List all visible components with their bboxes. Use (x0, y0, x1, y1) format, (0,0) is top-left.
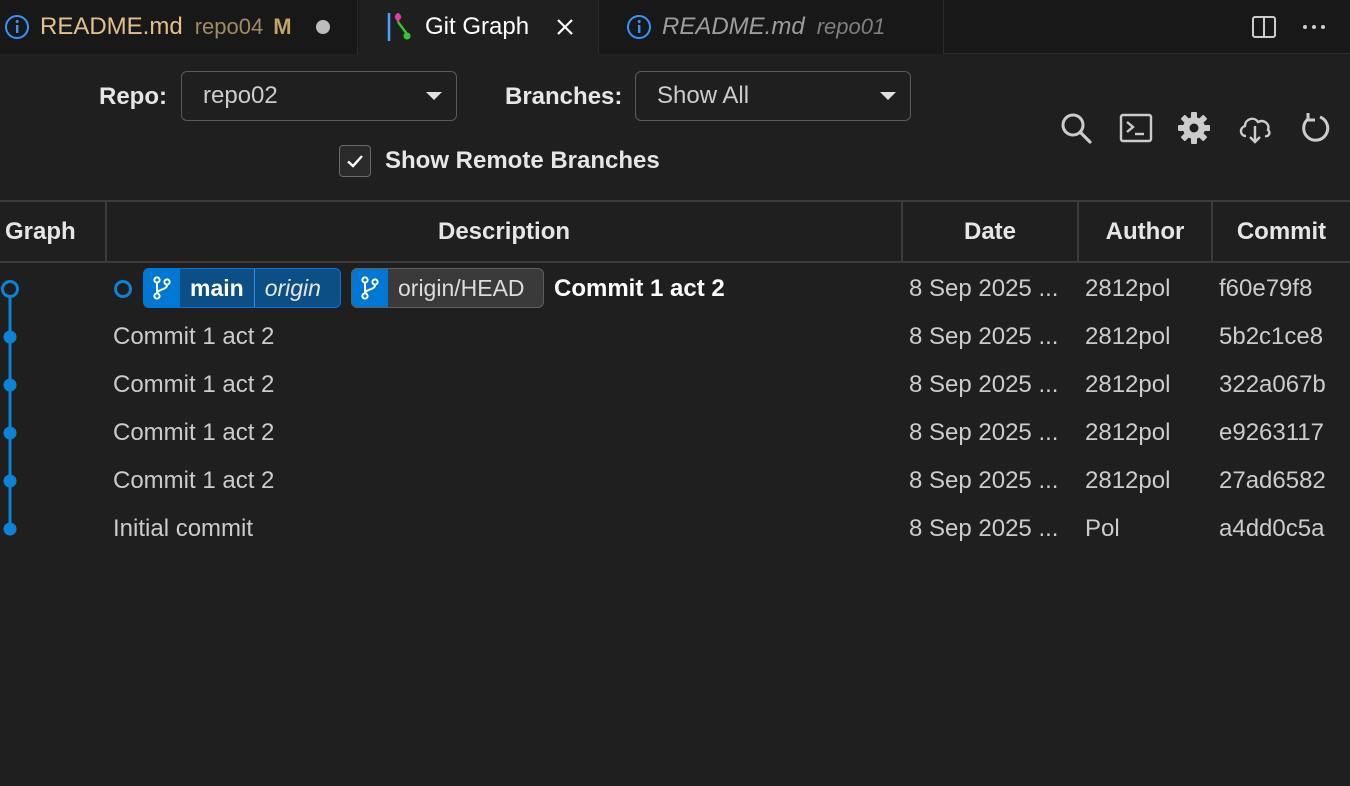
commit-row[interactable]: Commit 1 act 2 8 Sep 2025 ... 2812pol 27… (0, 457, 1350, 505)
modified-badge: M (273, 14, 292, 39)
column-header-author[interactable]: Author (1079, 202, 1213, 261)
chevron-down-icon (426, 92, 442, 100)
commit-author: Pol (1085, 515, 1120, 542)
tab-readme-repo04[interactable]: README.md repo04 M (0, 0, 358, 54)
commit-message: Commit 1 act 2 (554, 275, 725, 302)
commit-hash: 322a067b (1219, 371, 1326, 398)
tab-label: README.md (662, 13, 805, 40)
remote-name[interactable]: origin (255, 269, 331, 307)
branches-label: Branches: (505, 83, 623, 110)
show-remote-branches-checkbox[interactable] (339, 145, 371, 177)
commit-date: 8 Sep 2025 ... (909, 419, 1059, 446)
branch-icon (352, 269, 388, 307)
remote-ref-origin-head[interactable]: origin/HEAD (351, 268, 544, 308)
commit-hash: 27ad6582 (1219, 467, 1326, 494)
commit-author: 2812pol (1085, 371, 1171, 398)
commit-author: 2812pol (1085, 419, 1171, 446)
repo-label: Repo: (99, 83, 167, 110)
column-header-graph[interactable]: Graph (0, 202, 107, 261)
tab-git-graph[interactable]: Git Graph (359, 0, 599, 54)
tab-label: Git Graph (425, 12, 530, 40)
commit-date: 8 Sep 2025 ... (909, 323, 1059, 350)
tab-readme-repo01[interactable]: README.md repo01 (600, 0, 944, 54)
commit-date: 8 Sep 2025 ... (909, 467, 1059, 494)
commit-hash: 5b2c1ce8 (1219, 323, 1324, 350)
commit-author: 2812pol (1085, 467, 1171, 494)
column-header-commit[interactable]: Commit (1213, 202, 1350, 261)
commit-message: Commit 1 act 2 (113, 323, 275, 350)
commit-message: Commit 1 act 2 (113, 419, 275, 446)
git-graph-icon (387, 12, 411, 41)
remote-ref-name: origin/HEAD (398, 274, 525, 301)
commit-message: Commit 1 act 2 (113, 371, 275, 398)
branches-dropdown[interactable]: Show All (635, 71, 911, 121)
tab-label: README.md (40, 13, 183, 40)
refresh-icon[interactable] (1298, 110, 1334, 146)
commit-date: 8 Sep 2025 ... (909, 275, 1059, 302)
commit-author: 2812pol (1085, 323, 1171, 350)
head-marker-icon (114, 280, 132, 298)
commit-row[interactable]: Commit 1 act 2 8 Sep 2025 ... 2812pol e9… (0, 409, 1350, 457)
cloud-download-icon[interactable] (1237, 110, 1273, 146)
commit-row[interactable]: Commit 1 act 2 8 Sep 2025 ... 2812pol 5b… (0, 313, 1350, 361)
close-icon[interactable] (555, 17, 575, 37)
split-editor-icon[interactable] (1250, 13, 1278, 41)
commit-hash: a4dd0c5a (1219, 515, 1325, 542)
commit-message: Commit 1 act 2 (113, 467, 275, 494)
unsaved-dot-icon[interactable] (315, 20, 330, 34)
editor-actions (1250, 0, 1350, 54)
tab-description: repo01 (816, 14, 886, 39)
search-icon[interactable] (1058, 110, 1094, 146)
branches-value: Show All (657, 82, 750, 109)
more-icon[interactable] (1300, 13, 1328, 41)
terminal-icon[interactable] (1118, 110, 1154, 146)
show-remote-branches-label: Show Remote Branches (385, 147, 660, 174)
commit-message: Initial commit (113, 515, 254, 542)
commit-author: 2812pol (1085, 275, 1171, 302)
branch-name: main (180, 269, 255, 307)
commit-date: 8 Sep 2025 ... (909, 515, 1059, 542)
branch-icon (144, 269, 180, 307)
info-icon (627, 15, 651, 39)
info-icon (5, 15, 29, 39)
tab-description: repo04 (194, 14, 264, 39)
editor-tab-bar: README.md repo04 M Git Graph README.md r… (0, 0, 1350, 54)
commit-row[interactable]: Commit 1 act 2 8 Sep 2025 ... 2812pol 32… (0, 361, 1350, 409)
branch-ref-main[interactable]: main origin (143, 268, 341, 308)
check-icon (347, 155, 363, 168)
gear-icon[interactable] (1176, 110, 1212, 146)
column-header-description[interactable]: Description (107, 202, 903, 261)
commit-table-header: Graph Description Date Author Commit (0, 200, 1350, 263)
repo-dropdown[interactable]: repo02 (181, 71, 457, 121)
commit-row[interactable]: Initial commit 8 Sep 2025 ... Pol a4dd0c… (0, 505, 1350, 553)
column-header-date[interactable]: Date (903, 202, 1079, 261)
repo-value: repo02 (203, 82, 278, 109)
commit-date: 8 Sep 2025 ... (909, 371, 1059, 398)
commit-hash: e9263117 (1219, 419, 1324, 446)
commit-hash: f60e79f8 (1219, 275, 1313, 302)
chevron-down-icon (880, 92, 896, 100)
